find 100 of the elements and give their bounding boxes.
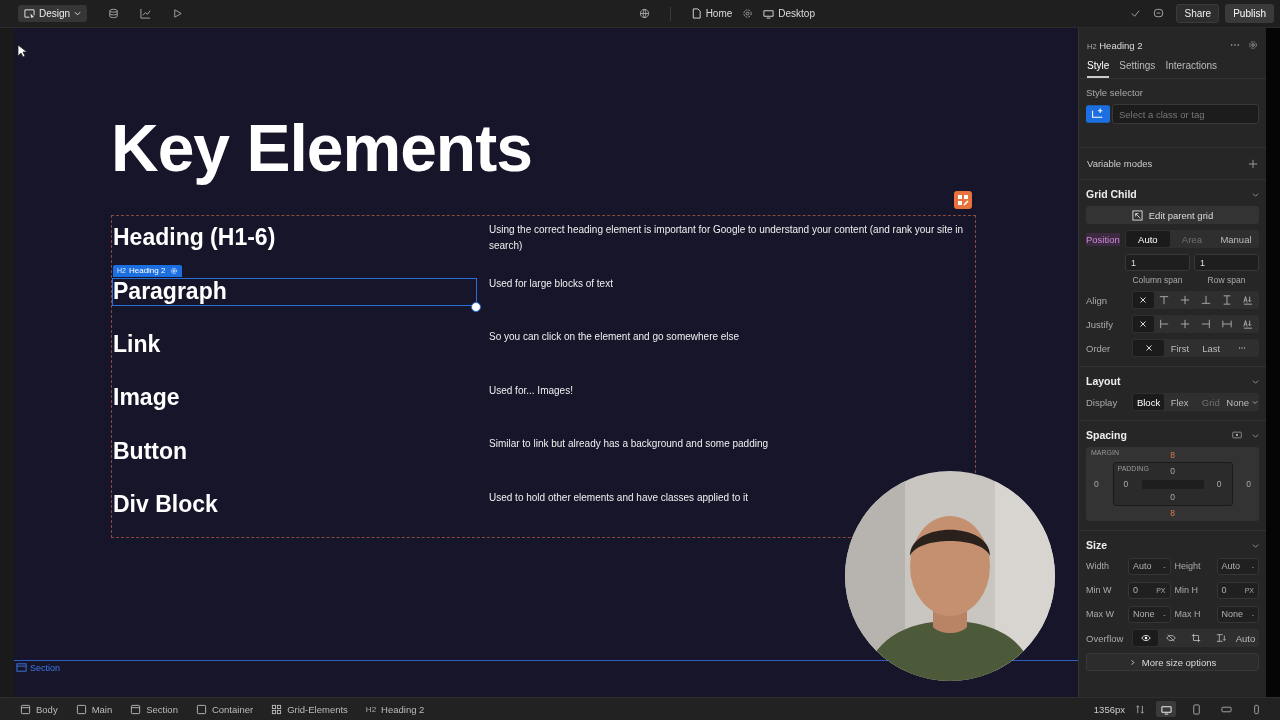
variable-modes-label: Variable modes <box>1087 158 1153 169</box>
arrow-box-icon <box>1131 209 1143 221</box>
alignment-icon <box>1200 295 1211 305</box>
display-option[interactable]: Block <box>1133 394 1165 410</box>
breadcrumb[interactable]: Main <box>75 703 113 715</box>
lines-arrow-icon <box>1215 633 1226 643</box>
box-icon <box>195 703 207 715</box>
section-title: Grid Child <box>1086 188 1137 200</box>
span-label: Column span <box>1132 275 1183 285</box>
alignment-icon <box>1221 295 1232 305</box>
gear-icon[interactable] <box>1248 40 1258 50</box>
segment-option[interactable]: Auto <box>1125 231 1170 247</box>
segment-option[interactable]: Manual <box>1213 231 1258 247</box>
panel-tab[interactable]: Interactions <box>1165 60 1218 78</box>
caret-icon <box>74 10 82 17</box>
breakpoint-selector[interactable]: Desktop <box>763 8 815 19</box>
size-label: Max W <box>1086 609 1115 619</box>
panel-tab[interactable]: Settings <box>1119 60 1156 78</box>
comment-icon[interactable] <box>1153 8 1165 19</box>
span-input[interactable]: 1 <box>1125 254 1190 271</box>
element-heading[interactable]: Button <box>113 437 188 465</box>
database-icon[interactable] <box>108 8 120 19</box>
spacing-mode-icon[interactable] <box>1232 430 1242 440</box>
breadcrumb[interactable]: Grid-Elements <box>271 703 348 715</box>
none-align-option[interactable] <box>1133 292 1154 308</box>
padding-value[interactable]: 0 <box>1170 492 1175 502</box>
globe-icon[interactable] <box>638 8 650 19</box>
size-label: Min H <box>1174 585 1199 595</box>
padding-value[interactable]: 0 <box>1123 479 1129 489</box>
chart-icon[interactable] <box>140 8 152 19</box>
plus-icon[interactable] <box>1248 158 1258 169</box>
grid-edit-icon[interactable] <box>954 191 972 209</box>
share-button[interactable]: Share <box>1176 4 1220 23</box>
order-option[interactable]: Last <box>1195 340 1227 356</box>
padding-value[interactable]: 0 <box>1216 479 1222 489</box>
page-title: Key Elements <box>111 110 533 187</box>
none-align-option[interactable] <box>1133 316 1154 332</box>
design-mode-button[interactable]: Design <box>18 5 88 22</box>
grid-icon <box>271 703 283 715</box>
display-option[interactable]: None <box>1226 394 1258 410</box>
span-input[interactable]: 1 <box>1194 254 1259 271</box>
margin-value[interactable]: 0 <box>1094 479 1099 489</box>
panel-tab[interactable]: Style <box>1087 60 1110 78</box>
chevron-icon[interactable] <box>1252 377 1259 385</box>
padding-value[interactable]: 0 <box>1170 466 1175 476</box>
size-label: Height <box>1174 561 1202 571</box>
element-description: Using the correct heading element is important for Google to understand your content (and rank your site in search) <box>489 224 964 251</box>
chevron-icon <box>1252 399 1258 405</box>
publish-button[interactable]: Publish <box>1225 4 1274 23</box>
check-icon[interactable] <box>1130 8 1142 19</box>
margin-value[interactable]: 8 <box>1170 450 1175 460</box>
class-selector-field[interactable]: Select a class or tag <box>1112 104 1259 124</box>
cursor-icon <box>17 44 27 58</box>
page-selector[interactable]: Home <box>690 8 733 19</box>
box-icon <box>20 703 31 715</box>
margin-value[interactable]: 8 <box>1170 508 1175 518</box>
order-option[interactable]: First <box>1164 340 1196 356</box>
section-label[interactable]: Section <box>16 662 61 673</box>
display-option[interactable]: Flex <box>1164 394 1196 410</box>
chevron-icon[interactable] <box>1252 190 1259 198</box>
element-description: Used to hold other elements and have classes applied to it <box>489 491 749 503</box>
breadcrumb[interactable]: Body <box>20 703 58 715</box>
visible-overflow-option[interactable] <box>1133 630 1158 646</box>
resize-handle[interactable] <box>471 301 481 312</box>
sort-icon[interactable] <box>1135 703 1146 715</box>
section-icon <box>16 662 27 673</box>
none-order-option[interactable] <box>1133 340 1165 356</box>
element-heading[interactable]: Heading (H1-6) <box>113 223 276 251</box>
chevron-icon[interactable] <box>1252 541 1259 549</box>
element-description: Similar to link but already has a background and some padding <box>489 438 769 449</box>
element-heading[interactable]: Link <box>113 330 161 358</box>
desktop-breakpoint-button[interactable] <box>1156 701 1176 717</box>
x-icon <box>1138 295 1149 305</box>
element-description: So you can click on the element and go somewhere else <box>489 331 740 342</box>
x-icon <box>1138 319 1149 329</box>
margin-value[interactable]: 0 <box>1246 479 1251 489</box>
property-label: Justify <box>1086 318 1114 330</box>
alignment-icon <box>1242 319 1253 329</box>
chevron-icon <box>1128 658 1136 666</box>
breadcrumb[interactable]: Container <box>195 703 254 715</box>
edit-parent-grid-button[interactable]: Edit parent grid <box>1086 206 1259 224</box>
chevron-icon[interactable] <box>1252 431 1259 439</box>
breadcrumb[interactable]: H2 Heading 2 <box>365 703 425 715</box>
add-class-icon[interactable] <box>1086 104 1110 124</box>
desktop-icon <box>763 8 775 19</box>
desktop-icon <box>1160 703 1172 715</box>
section-title: Size <box>1086 539 1107 551</box>
canvas-width: 1356px <box>1093 703 1125 715</box>
alignment-icon <box>1180 295 1191 305</box>
section-title: Spacing <box>1086 429 1127 441</box>
overflow-option[interactable]: Auto <box>1233 630 1258 646</box>
gear-icon[interactable] <box>742 8 754 19</box>
alignment-icon <box>1242 295 1253 305</box>
more-size-options-button[interactable]: More size options <box>1086 653 1259 671</box>
breadcrumb[interactable]: Section <box>130 703 178 715</box>
play-icon[interactable] <box>172 8 184 19</box>
box-icon <box>130 703 142 715</box>
alignment-icon <box>1159 295 1170 305</box>
element-heading[interactable]: Image <box>113 384 180 411</box>
element-heading[interactable]: Div Block <box>113 491 218 518</box>
